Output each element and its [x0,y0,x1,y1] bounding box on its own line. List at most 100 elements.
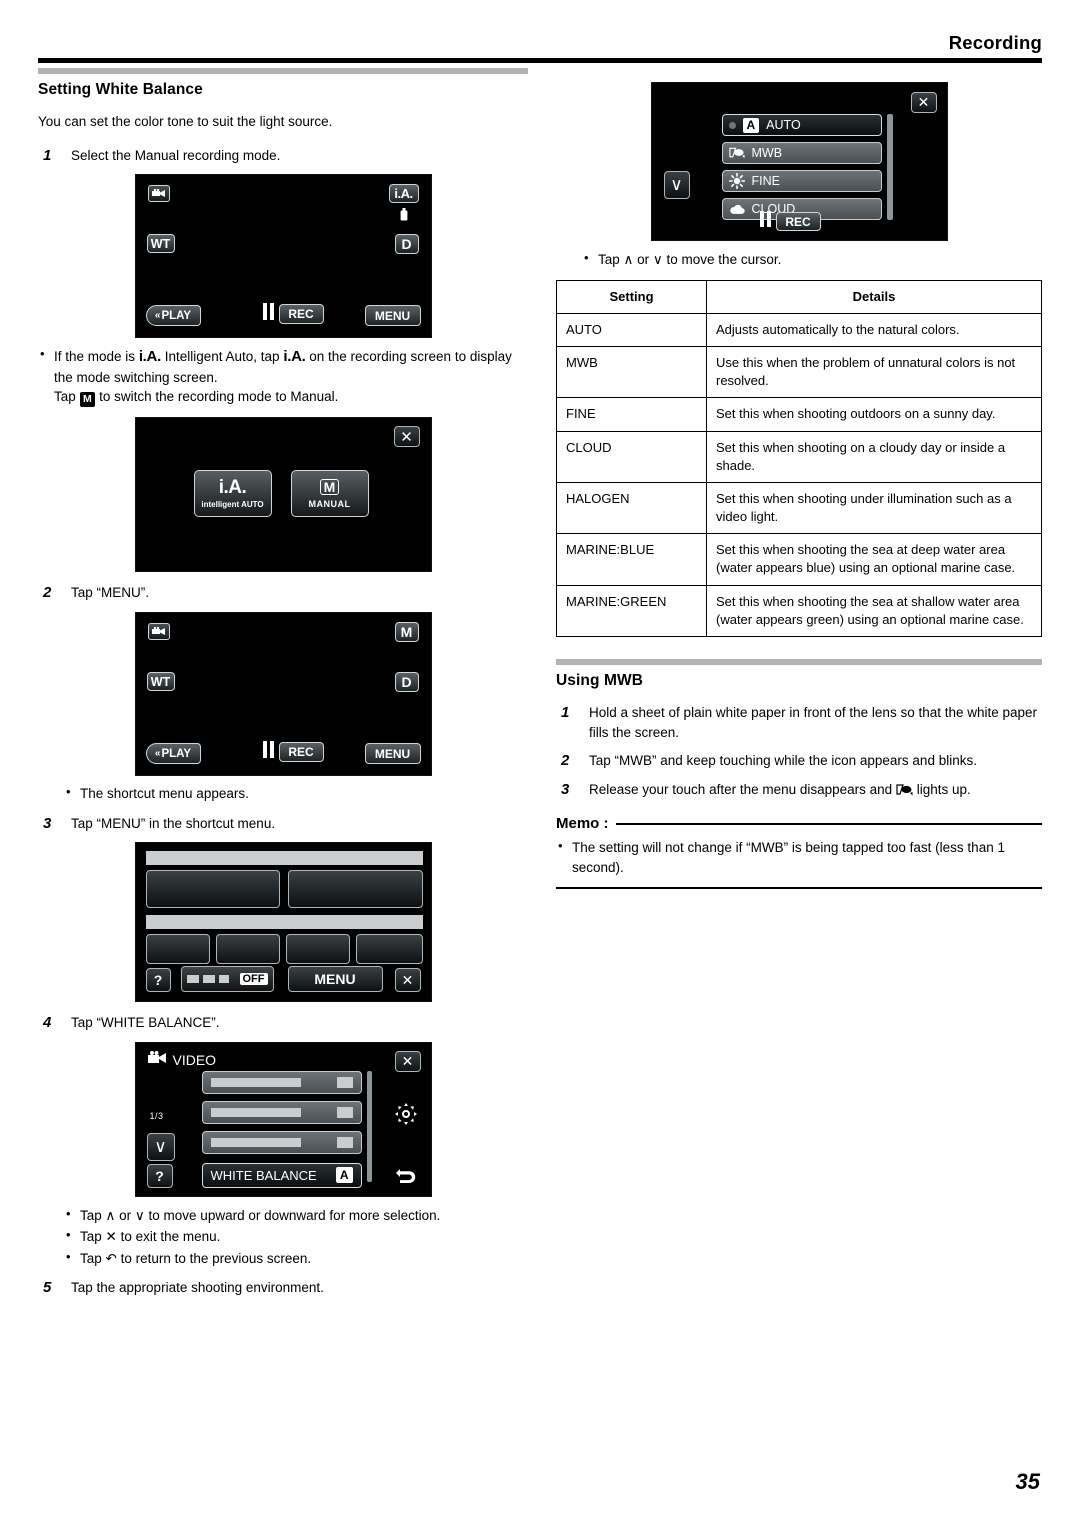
zoom-button-label: WT [150,236,171,251]
menu-button[interactable]: MENU [364,743,421,764]
shortcut-item-1[interactable] [145,870,280,909]
video-menu-item-1[interactable] [201,1070,362,1094]
cell-details: Set this when shooting on a cloudy day o… [706,430,1042,483]
back-arrow-icon[interactable] [393,1164,419,1188]
step-1-text: Select the Manual recording mode. [71,147,281,163]
page-number: 35 [1015,1469,1040,1494]
memo-header: Memo : [556,815,1042,832]
close-button[interactable]: ✕ [394,968,421,993]
video-menu-item-white-balance[interactable]: WHITE BALANCE A [201,1162,362,1188]
step-1-number: 1 [43,146,52,164]
manual-page: Recording Setting White Balance You can … [0,0,1080,1527]
rec-group: REC [262,741,324,763]
memo-item: The setting will not change if “MWB” is … [556,837,1042,877]
play-chevrons-icon: « [154,748,161,759]
display-button-label: D [401,674,412,690]
white-balance-label: WHITE BALANCE [210,1167,317,1183]
close-icon: ✕ [917,94,930,110]
scrollbar[interactable] [886,114,893,220]
step-4: 4 Tap “WHITE BALANCE”. [38,1013,528,1033]
play-button[interactable]: «PLAY [145,743,201,764]
help-button[interactable]: ? [145,968,171,993]
shortcut-item-4[interactable] [215,934,280,965]
display-button[interactable]: D [394,234,419,255]
table-row: MARINE:BLUE Set this when shooting the s… [556,533,1042,586]
rec-button-label: REC [288,745,314,759]
mwb-section-title: Using MWB [556,672,643,689]
menu-item-2-value [336,1106,353,1118]
help-icon: ? [155,1167,164,1184]
wb-option-mwb[interactable]: MWB [721,142,882,164]
mwb-step-1-text: Hold a sheet of plain white paper in fro… [589,705,1038,740]
off-label: OFF [239,973,268,986]
memo-rule [615,822,1042,825]
close-button[interactable]: ✕ [394,1050,421,1072]
cell-details: Set this when shooting under illuminatio… [706,481,1042,535]
rec-button[interactable]: REC [775,212,821,231]
play-button-label: PLAY [161,309,192,322]
scroll-down-button[interactable]: ∨ [663,171,690,199]
zoom-button[interactable]: WT [146,234,175,254]
note-list-1: If the mode is i.A. Intelligent Auto, ta… [38,345,528,408]
lcd-shortcut-menu-screen: ? OFF MENU ✕ [134,842,432,1003]
scrollbar[interactable] [366,1070,372,1182]
cell-details: Set this when shooting the sea at deep w… [706,533,1042,586]
pause-icon [262,303,274,325]
close-button[interactable]: ✕ [393,426,420,448]
close-icon: ✕ [401,971,414,988]
play-button[interactable]: «PLAY [145,305,201,327]
video-camera-icon [147,623,170,640]
cell-setting: FINE [556,397,707,432]
table-row: FINE Set this when shooting outdoors on … [556,397,1042,432]
mode-button-intelligent-auto[interactable]: i.A. intelligent AUTO [193,470,272,518]
step-2-number: 2 [43,584,52,602]
mwb-step-2-text: Tap “MWB” and keep touching while the ic… [589,753,977,769]
video-menu-item-3[interactable] [201,1130,362,1154]
shortcut-item-3[interactable] [145,934,210,965]
mode-button-label: i.A. [394,186,413,202]
lcd-mode-switch-screen: ✕ i.A. intelligent AUTO M MANUAL [134,417,432,573]
step-5: 5 Tap the appropriate shooting environme… [38,1278,528,1298]
note-1-text-e: to switch the recording mode to Manual. [99,389,339,405]
shortcut-group-1-title [145,851,423,866]
shortcut-item-5[interactable] [285,934,350,965]
wb-option-fine[interactable]: FINE [721,170,882,192]
ia-glyph-inline-1: i.A. [138,348,161,366]
display-button[interactable]: D [394,672,419,692]
manual-glyph-inline: M [79,391,96,408]
wb-option-auto[interactable]: A AUTO [721,114,882,136]
shortcut-item-6[interactable] [355,934,423,965]
rec-button[interactable]: REC [278,304,324,325]
gear-icon[interactable] [393,1101,419,1127]
menu-button[interactable]: MENU [287,966,383,993]
note-list-cursor: Tap ∧ or ∨ to move the cursor. [582,249,1042,270]
mode-button-manual[interactable]: M [394,622,419,642]
menu-button[interactable]: MENU [364,305,421,327]
display-button-label: D [401,236,412,253]
rec-button-label: REC [288,307,314,322]
video-menu-title-group: VIDEO [147,1050,216,1069]
mwb-hand-paper-icon [728,147,745,159]
note-1-text-d: Tap [54,389,76,405]
step-4-text: Tap “WHITE BALANCE”. [71,1015,220,1031]
lcd-recording-screen-ia: i.A. WT D «PLAY REC MENU [134,174,432,339]
cell-setting: MARINE:BLUE [556,533,707,586]
rec-button[interactable]: REC [278,742,324,762]
ia-glyph-inline-2: i.A. [283,348,306,366]
scroll-down-button[interactable]: ∨ [146,1132,175,1161]
shortcut-item-2[interactable] [287,870,423,909]
note-cursor: Tap ∧ or ∨ to move the cursor. [582,249,1042,270]
close-icon: ✕ [400,428,413,446]
sun-icon [728,173,745,189]
memo-bottom-rule [556,887,1042,889]
video-menu-item-2[interactable] [201,1100,362,1124]
lcd-video-menu-screen: VIDEO ✕ 1/3 ∨ ? WHITE BALANCE A [134,1041,432,1197]
help-button[interactable]: ? [146,1163,173,1188]
zoom-button[interactable]: WT [146,672,175,691]
video-camera-icon [147,1050,167,1069]
close-button[interactable]: ✕ [910,92,937,113]
mode-button-manual[interactable]: M MANUAL [290,470,369,518]
th-setting: Setting [556,279,707,314]
mode-button-ia[interactable]: i.A. [388,184,419,204]
shortcut-toggle-off[interactable]: OFF [180,966,274,993]
